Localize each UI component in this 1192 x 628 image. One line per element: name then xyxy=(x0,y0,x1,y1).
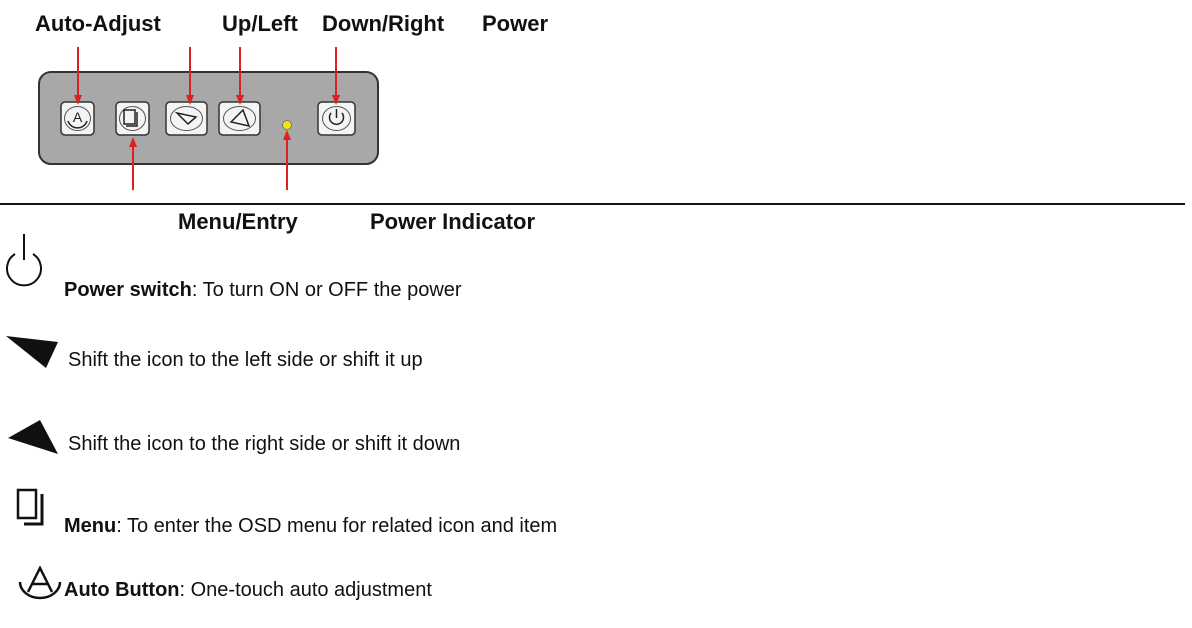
legend-power-title: Power switch xyxy=(64,279,192,301)
label-power: Power xyxy=(482,11,549,36)
auto-icon xyxy=(18,566,62,600)
control-panel-diagram: A xyxy=(38,47,379,190)
legend-auto-text: : One-touch auto adjustment xyxy=(179,579,432,601)
menu-button[interactable] xyxy=(115,101,150,136)
legend-menu-text: : To enter the OSD menu for related icon… xyxy=(116,515,558,537)
legend-power-text: : To turn ON or OFF the power xyxy=(191,279,462,301)
legend-power: Power switch: To turn ON or OFF the powe… xyxy=(0,232,700,302)
down-right-button[interactable] xyxy=(218,101,261,136)
right-down-arrow-icon xyxy=(8,420,58,454)
legend-menu-title: Menu xyxy=(64,515,117,537)
menu-icon xyxy=(16,488,44,526)
up-left-button[interactable] xyxy=(165,101,208,136)
legend-menu: Menu: To enter the OSD menu for related … xyxy=(0,488,700,544)
legend-auto-title: Auto Button xyxy=(64,579,180,601)
legend-right-down-text: Shift the icon to the right side or shif… xyxy=(68,433,461,455)
power-indicator-led xyxy=(282,120,292,130)
auto-button[interactable]: A xyxy=(60,101,95,136)
legend-auto: Auto Button: One-touch auto adjustment xyxy=(0,566,700,612)
divider-line xyxy=(0,203,1185,205)
power-icon xyxy=(6,234,42,287)
label-power-indicator: Power Indicator xyxy=(370,209,536,234)
left-up-arrow-icon xyxy=(6,336,58,368)
power-button[interactable] xyxy=(317,101,356,136)
legend-left-up: Shift the icon to the left side or shift… xyxy=(0,334,700,380)
legend-left-up-text: Shift the icon to the left side or shift… xyxy=(68,349,423,371)
label-menu-entry: Menu/Entry xyxy=(178,209,298,234)
svg-text:A: A xyxy=(73,109,83,125)
legend-right-down: Shift the icon to the right side or shif… xyxy=(0,418,700,464)
